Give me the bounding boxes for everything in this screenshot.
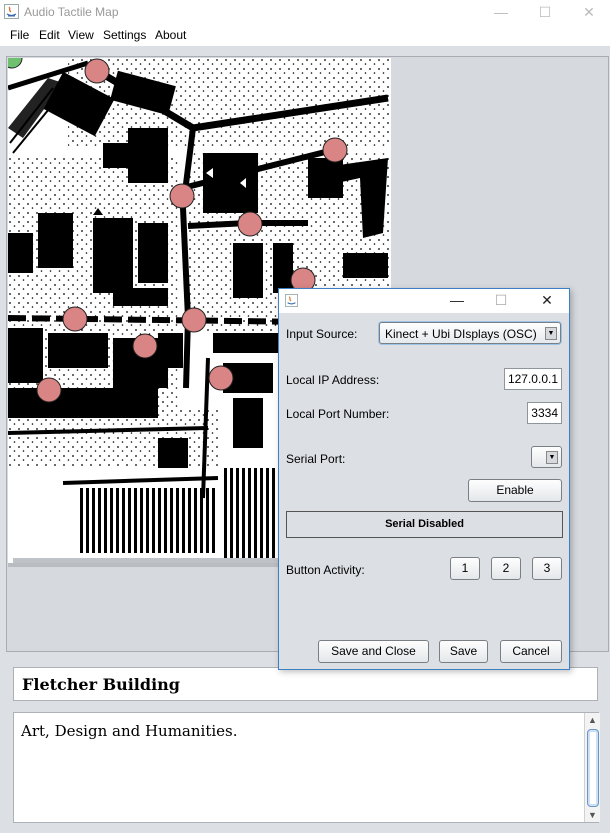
map-marker[interactable] xyxy=(36,377,62,403)
map-marker[interactable] xyxy=(62,306,88,332)
dropdown-arrow-icon: ▼ xyxy=(545,327,557,340)
scroll-thumb[interactable] xyxy=(587,729,599,807)
serial-status-panel: Serial Disabled xyxy=(286,511,563,538)
cancel-button[interactable]: Cancel xyxy=(500,640,562,663)
map-marker[interactable] xyxy=(322,137,348,163)
dialog-minimize-button[interactable]: — xyxy=(435,289,479,313)
save-and-close-button[interactable]: Save and Close xyxy=(318,640,429,663)
map-marker[interactable] xyxy=(237,211,263,237)
java-app-icon xyxy=(4,4,19,19)
map-marker[interactable] xyxy=(132,333,158,359)
map-marker[interactable] xyxy=(84,58,110,84)
input-source-label: Input Source: xyxy=(286,327,358,341)
button-activity-label: Button Activity: xyxy=(286,563,365,577)
local-ip-field[interactable]: 127.0.0.1 xyxy=(504,368,562,390)
dialog-close-button[interactable]: ✕ xyxy=(525,289,569,313)
activity-button-1[interactable]: 1 xyxy=(450,557,480,580)
location-description-area[interactable]: Art, Design and Humanities. ▲ ▼ xyxy=(13,712,600,823)
activity-button-2[interactable]: 2 xyxy=(491,557,521,580)
menu-settings[interactable]: Settings xyxy=(103,28,146,42)
local-port-label: Local Port Number: xyxy=(286,407,390,421)
location-name: Fletcher Building xyxy=(22,675,180,694)
menu-bar: File Edit View Settings About xyxy=(0,26,610,46)
dialog-title-bar[interactable]: — ☐ ✕ xyxy=(279,289,569,313)
map-marker[interactable] xyxy=(181,307,207,333)
input-source-select[interactable]: Kinect + Ubi DIsplays (OSC) ▼ xyxy=(379,322,561,344)
maximize-button[interactable]: ☐ xyxy=(522,0,568,26)
activity-button-3[interactable]: 3 xyxy=(532,557,562,580)
window-title-bar[interactable]: Audio Tactile Map — ☐ ✕ xyxy=(0,0,610,26)
menu-about[interactable]: About xyxy=(155,28,186,42)
enable-button[interactable]: Enable xyxy=(468,479,562,502)
close-button[interactable]: ✕ xyxy=(566,0,610,26)
location-description: Art, Design and Humanities. xyxy=(21,722,238,740)
local-ip-label: Local IP Address: xyxy=(286,373,380,387)
settings-dialog: — ☐ ✕ Input Source: Kinect + Ubi DIsplay… xyxy=(278,288,570,670)
java-app-icon xyxy=(285,294,298,307)
menu-edit[interactable]: Edit xyxy=(39,28,60,42)
location-name-field[interactable]: Fletcher Building xyxy=(13,667,598,701)
dropdown-arrow-icon: ▼ xyxy=(546,451,558,464)
serial-port-select[interactable]: ▼ xyxy=(531,446,562,468)
save-button[interactable]: Save xyxy=(439,640,488,663)
local-port-field[interactable]: 3334 xyxy=(527,402,562,424)
menu-file[interactable]: File xyxy=(10,28,29,42)
input-source-value: Kinect + Ubi DIsplays (OSC) xyxy=(385,327,537,341)
menu-view[interactable]: View xyxy=(68,28,94,42)
dialog-maximize-button[interactable]: ☐ xyxy=(479,289,523,313)
map-marker[interactable] xyxy=(208,365,234,391)
map-marker[interactable] xyxy=(169,183,195,209)
serial-port-label: Serial Port: xyxy=(286,452,346,466)
description-scrollbar[interactable]: ▲ ▼ xyxy=(584,713,600,822)
window-title: Audio Tactile Map xyxy=(24,5,119,19)
minimize-button[interactable]: — xyxy=(478,0,524,26)
scroll-down-icon[interactable]: ▼ xyxy=(585,808,600,822)
scroll-up-icon[interactable]: ▲ xyxy=(585,713,600,727)
